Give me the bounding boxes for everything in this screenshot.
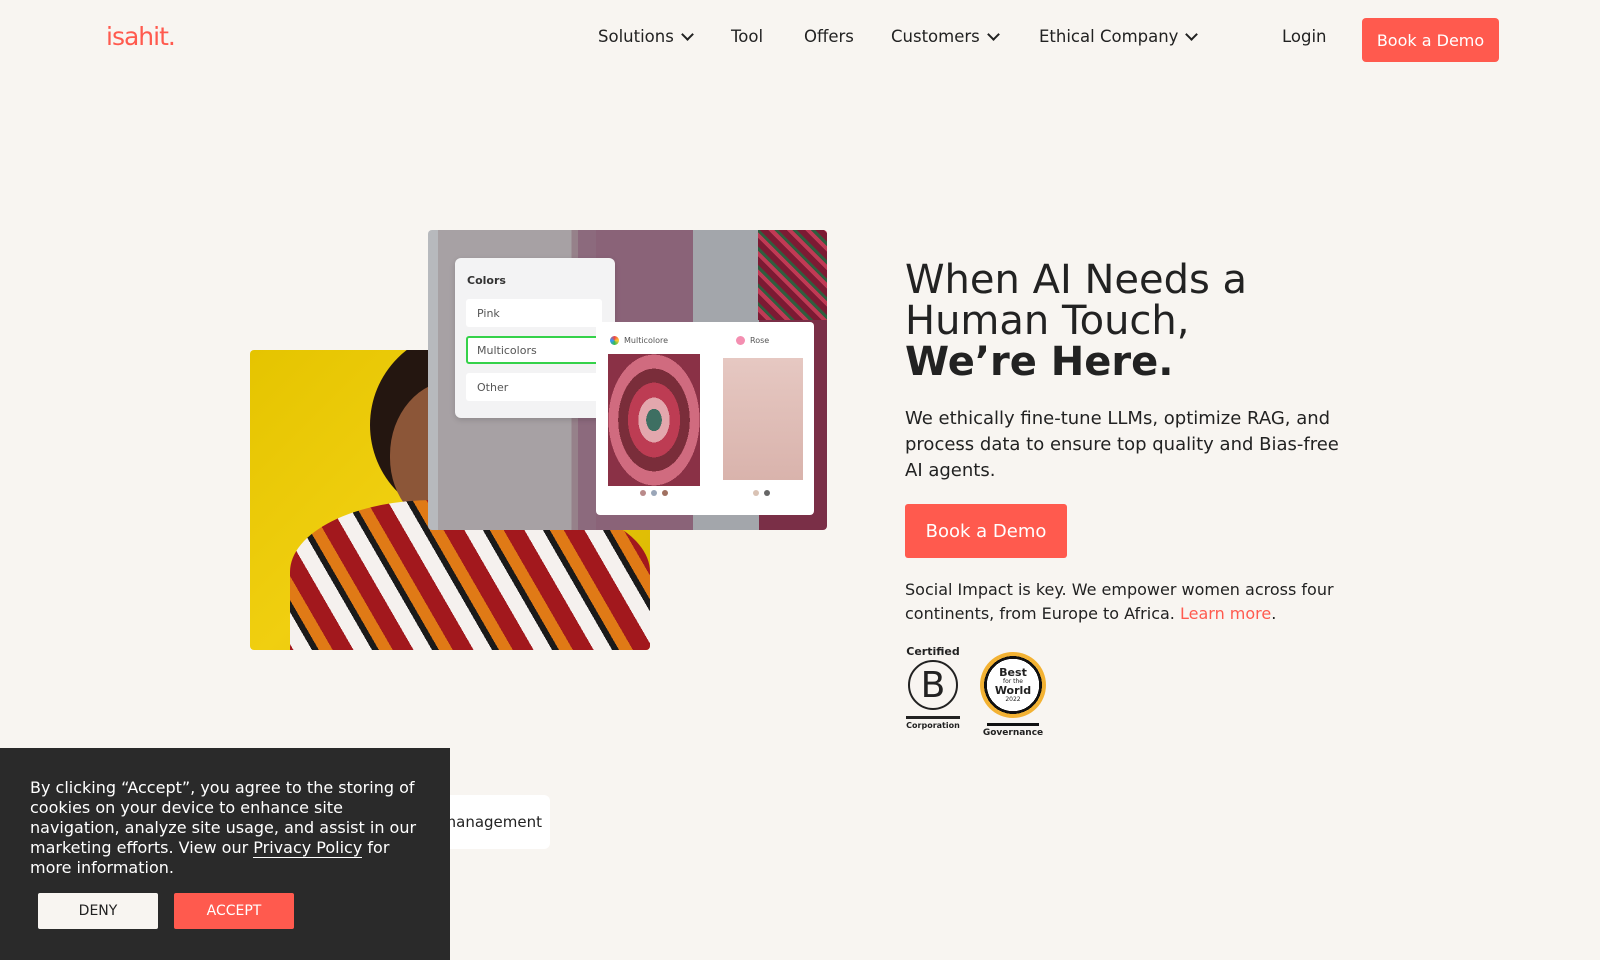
book-demo-header-button[interactable]: Book a Demo (1362, 18, 1499, 62)
nav-item-label: Customers (891, 27, 980, 46)
headline-line: When AI Needs a (905, 257, 1248, 303)
color-option-multicolors: Multicolors (466, 336, 602, 364)
nav-item-label: Tool (731, 27, 764, 46)
swatch (753, 490, 759, 496)
result-label: Rose (736, 336, 769, 345)
headline-bold: We’re Here. (905, 339, 1174, 385)
divider (987, 723, 1039, 726)
bcorp-badge: Certified B Corporation (905, 645, 961, 737)
bcorp-logo-icon: B (908, 660, 958, 710)
login-link[interactable]: Login (1282, 27, 1327, 46)
logo[interactable]: isahit. (106, 22, 176, 51)
book-demo-button[interactable]: Book a Demo (905, 504, 1067, 558)
cookie-banner: By clicking “Accept”, you agree to the s… (0, 748, 450, 960)
learn-more-link[interactable]: Learn more (1180, 604, 1271, 623)
deny-button[interactable]: DENY (38, 893, 158, 929)
accept-button[interactable]: ACCEPT (174, 893, 294, 929)
headline-line: Human Touch, (905, 298, 1190, 344)
color-option-other: Other (466, 373, 602, 401)
privacy-policy-link[interactable]: Privacy Policy (253, 838, 363, 858)
result-label: Multicolore (610, 336, 668, 345)
bftw-label: Governance (982, 728, 1044, 738)
annotation-ui-screenshot: Colors Pink Multicolors Other Multicolor… (428, 230, 827, 530)
divider (906, 716, 960, 719)
swatch (651, 490, 657, 496)
color-option-pink: Pink (466, 299, 602, 327)
best-for-the-world-badge: Best for the World 2022 Governance (978, 652, 1048, 738)
colors-panel: Colors Pink Multicolors Other (455, 258, 619, 418)
rug-background (758, 230, 827, 320)
nav-item-ethical-company[interactable]: Ethical Company (1039, 27, 1199, 46)
swatch (764, 490, 770, 496)
bcorp-label: Corporation (906, 721, 960, 730)
nav-item-offers[interactable]: Offers (804, 27, 854, 46)
results-panel: Multicolore Rose (596, 322, 814, 515)
nav-item-label: Ethical Company (1039, 27, 1179, 46)
hero-subheading: We ethically fine-tune LLMs, optimize RA… (905, 408, 1339, 481)
colors-panel-title: Colors (467, 274, 506, 287)
rug-image (608, 354, 700, 486)
nav-item-solutions[interactable]: Solutions (598, 27, 694, 46)
swatch (662, 490, 668, 496)
nav-item-label: Offers (804, 27, 854, 46)
site-header: isahit. Solutions Tool Offers Customers … (0, 0, 1600, 80)
chevron-down-icon (1185, 27, 1199, 41)
rug-image (723, 358, 803, 480)
chevron-down-icon (680, 27, 694, 41)
chevron-down-icon (986, 27, 1000, 41)
bcorp-label: Certified (906, 645, 960, 658)
best-for-world-seal-icon: Best for the World 2022 (980, 652, 1046, 718)
nav-item-label: Solutions (598, 27, 674, 46)
pink-dot-icon (736, 336, 745, 345)
impact-text: Social Impact is key. We empower women a… (905, 580, 1334, 623)
swatch (640, 490, 646, 496)
multicolor-dot-icon (610, 336, 619, 345)
cookie-text: By clicking “Accept”, you agree to the s… (30, 778, 417, 877)
nav-item-tool[interactable]: Tool (731, 27, 763, 46)
hero-headline: When AI Needs a Human Touch, We’re Here. (905, 260, 1385, 383)
nav-item-customers[interactable]: Customers (891, 27, 1000, 46)
